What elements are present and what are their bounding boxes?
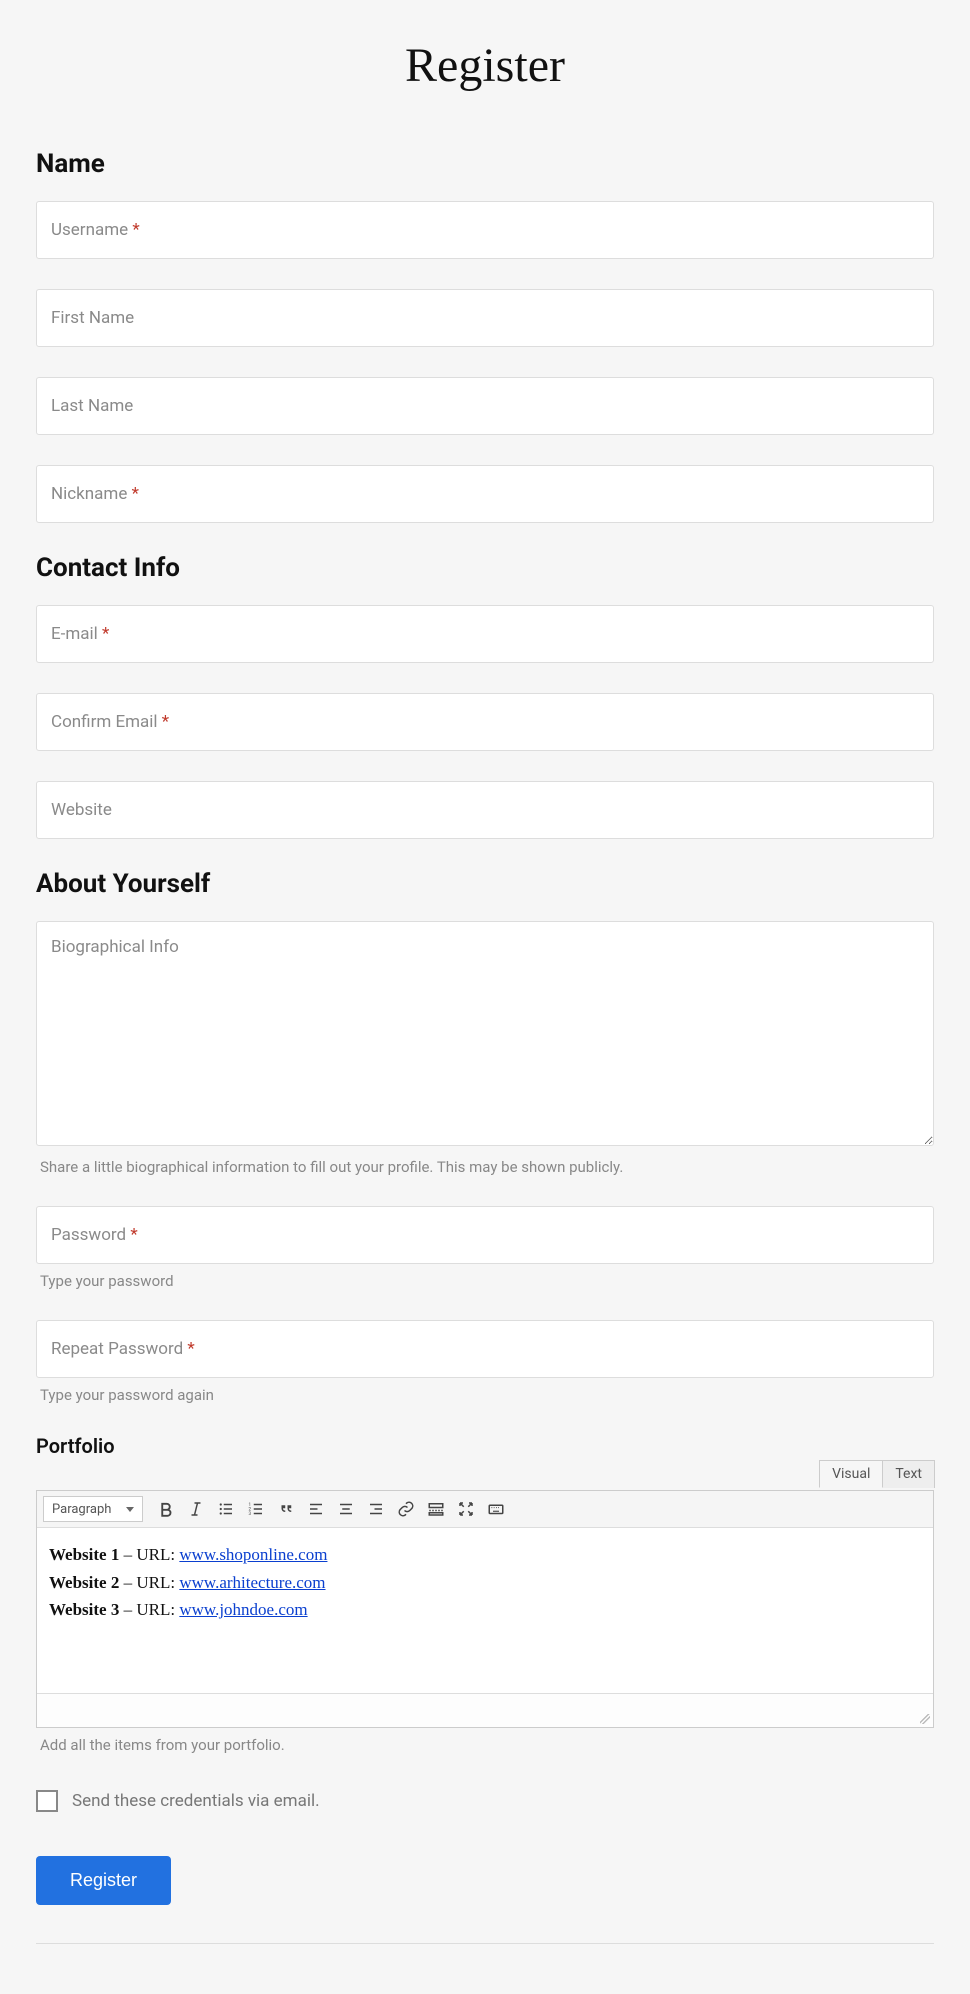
bio-field[interactable]: [36, 921, 934, 1146]
send-credentials-label: Send these credentials via email.: [72, 1791, 320, 1811]
read-more-icon[interactable]: [423, 1496, 449, 1522]
blockquote-icon[interactable]: [273, 1496, 299, 1522]
italic-icon[interactable]: [183, 1496, 209, 1522]
format-select[interactable]: Paragraph: [43, 1496, 143, 1522]
bold-icon[interactable]: [153, 1496, 179, 1522]
portfolio-hint: Add all the items from your portfolio.: [36, 1736, 934, 1754]
portfolio-link[interactable]: www.arhitecture.com: [179, 1573, 325, 1592]
send-credentials-checkbox[interactable]: [36, 1790, 58, 1812]
align-center-icon[interactable]: [333, 1496, 359, 1522]
password-hint: Type your password: [36, 1272, 934, 1290]
editor-statusbar: [37, 1693, 933, 1727]
bullet-list-icon[interactable]: [213, 1496, 239, 1522]
username-field[interactable]: [36, 201, 934, 259]
numbered-list-icon[interactable]: 123: [243, 1496, 269, 1522]
section-contact-heading: Contact Info: [36, 553, 934, 583]
page-title: Register: [36, 38, 934, 93]
repeat-password-hint: Type your password again: [36, 1386, 934, 1404]
chevron-down-icon: [126, 1507, 134, 1512]
keyboard-icon[interactable]: [483, 1496, 509, 1522]
portfolio-link[interactable]: www.shoponline.com: [179, 1545, 327, 1564]
link-icon[interactable]: [393, 1496, 419, 1522]
rich-text-editor: Paragraph 123 Website 1 – URL: www.shopo…: [36, 1490, 934, 1728]
bio-hint: Share a little biographical information …: [36, 1158, 934, 1176]
password-field[interactable]: [36, 1206, 934, 1264]
portfolio-heading: Portfolio: [36, 1434, 934, 1458]
nickname-field[interactable]: [36, 465, 934, 523]
repeat-password-field[interactable]: [36, 1320, 934, 1378]
register-button[interactable]: Register: [36, 1856, 171, 1905]
divider: [36, 1943, 934, 1944]
align-right-icon[interactable]: [363, 1496, 389, 1522]
last-name-field[interactable]: [36, 377, 934, 435]
editor-content[interactable]: Website 1 – URL: www.shoponline.comWebsi…: [37, 1528, 933, 1693]
svg-text:3: 3: [249, 1511, 252, 1517]
email-field[interactable]: [36, 605, 934, 663]
first-name-field[interactable]: [36, 289, 934, 347]
confirm-email-field[interactable]: [36, 693, 934, 751]
portfolio-link[interactable]: www.johndoe.com: [179, 1600, 307, 1619]
editor-toolbar: Paragraph 123: [37, 1491, 933, 1528]
tab-visual[interactable]: Visual: [819, 1460, 883, 1488]
tab-text[interactable]: Text: [883, 1460, 935, 1488]
section-name-heading: Name: [36, 149, 934, 179]
section-about-heading: About Yourself: [36, 869, 934, 899]
align-left-icon[interactable]: [303, 1496, 329, 1522]
website-field[interactable]: [36, 781, 934, 839]
fullscreen-icon[interactable]: [453, 1496, 479, 1522]
